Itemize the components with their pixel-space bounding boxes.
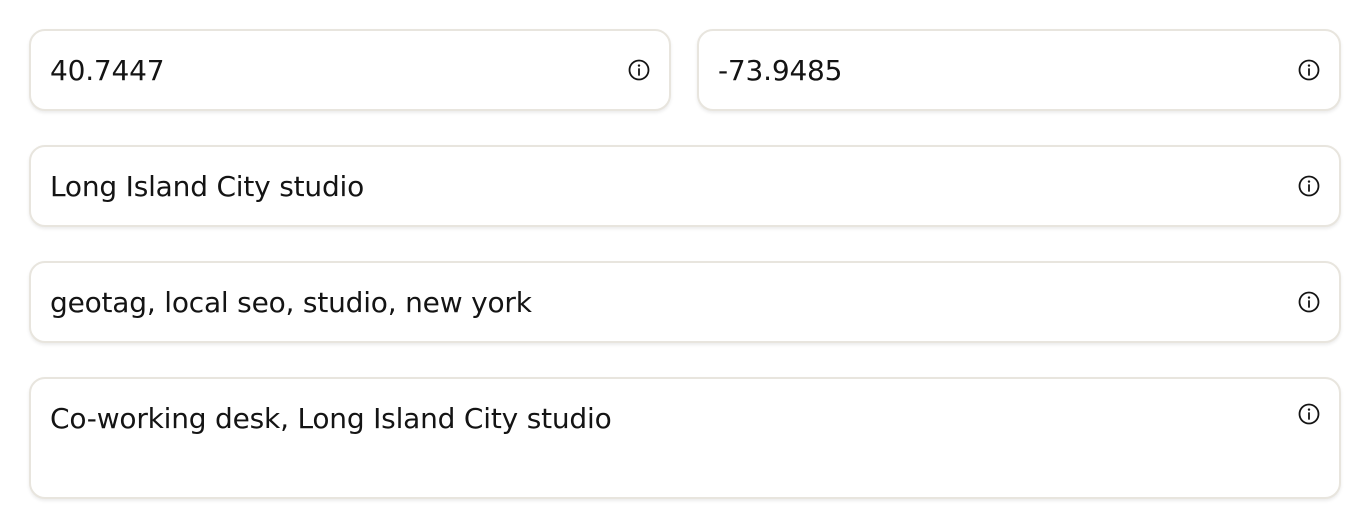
keywords-field[interactable]: geotag, local seo, studio, new york [29, 261, 1341, 343]
title-info-icon[interactable] [1297, 174, 1321, 198]
description-info-icon[interactable] [1297, 402, 1321, 426]
keywords-value[interactable]: geotag, local seo, studio, new york [50, 263, 532, 343]
description-textarea[interactable]: Co-working desk, Long Island City studio [29, 377, 1341, 499]
latitude-info-icon[interactable] [627, 58, 651, 82]
latitude-value[interactable]: 40.7447 [50, 31, 165, 111]
title-field[interactable]: Long Island City studio [29, 145, 1341, 227]
latitude-field[interactable]: 40.7447 [29, 29, 671, 111]
longitude-info-icon[interactable] [1297, 58, 1321, 82]
keywords-info-icon[interactable] [1297, 290, 1321, 314]
title-value[interactable]: Long Island City studio [50, 147, 364, 227]
longitude-field[interactable]: -73.9485 [697, 29, 1341, 111]
description-value[interactable]: Co-working desk, Long Island City studio [50, 401, 612, 437]
longitude-value[interactable]: -73.9485 [718, 31, 842, 111]
